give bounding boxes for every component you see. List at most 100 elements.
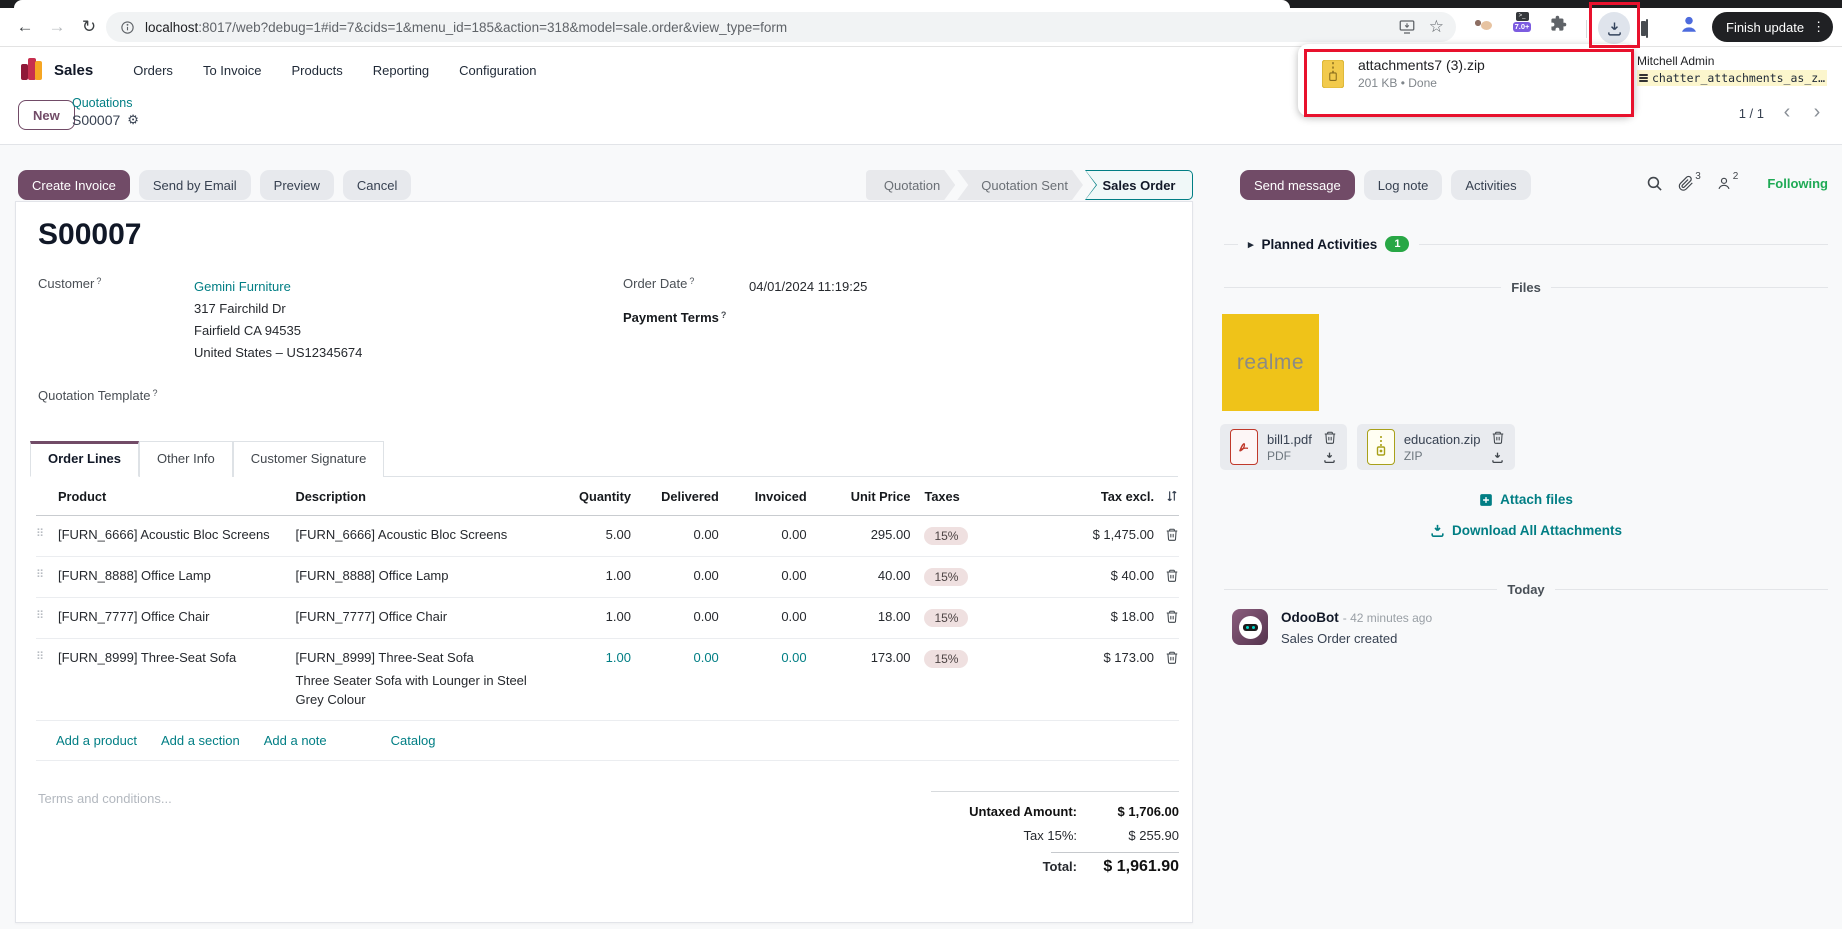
nav-item-configuration[interactable]: Configuration xyxy=(459,63,536,78)
line-description[interactable]: [FURN_8999] Three-Seat SofaThree Seater … xyxy=(296,650,558,709)
order-line-row[interactable]: ⠿[FURN_7777] Office Chair[FURN_7777] Off… xyxy=(36,598,1179,639)
line-quantity[interactable]: 1.00 xyxy=(557,650,631,665)
line-product[interactable]: [FURN_8999] Three-Seat Sofa xyxy=(58,650,296,665)
line-invoiced[interactable]: 0.00 xyxy=(719,527,807,542)
line-taxes[interactable]: 15% xyxy=(910,650,1038,668)
drag-handle-icon[interactable]: ⠿ xyxy=(36,527,58,540)
column-header-unit-price[interactable]: Unit Price xyxy=(807,489,911,504)
customer-link[interactable]: Gemini Furniture xyxy=(194,276,362,298)
line-quantity[interactable]: 5.00 xyxy=(557,527,631,542)
order-line-row[interactable]: ⠿[FURN_8888] Office Lamp[FURN_8888] Offi… xyxy=(36,557,1179,598)
delete-attachment-icon[interactable] xyxy=(1323,430,1337,445)
line-invoiced[interactable]: 0.00 xyxy=(719,568,807,583)
active-tab[interactable] xyxy=(14,0,1290,8)
column-header-delivered[interactable]: Delivered xyxy=(631,489,719,504)
delete-line-button[interactable] xyxy=(1154,568,1179,583)
chatter-message[interactable]: OdooBot- 42 minutes ago Sales Order crea… xyxy=(1232,609,1432,646)
nav-item-orders[interactable]: Orders xyxy=(133,63,173,78)
new-button[interactable]: New xyxy=(18,100,75,130)
tab-order-lines[interactable]: Order Lines xyxy=(30,441,139,477)
line-delivered[interactable]: 0.00 xyxy=(631,568,719,583)
line-product[interactable]: [FURN_8888] Office Lamp xyxy=(58,568,296,583)
status-step-quotation-sent[interactable]: Quotation Sent xyxy=(957,170,1083,200)
column-header-taxes[interactable]: Taxes xyxy=(910,489,1038,504)
downloads-icon[interactable] xyxy=(1598,12,1630,44)
kebab-icon[interactable]: ⋮ xyxy=(1812,19,1825,35)
line-product[interactable]: [FURN_7777] Office Chair xyxy=(58,609,296,624)
line-taxes[interactable]: 15% xyxy=(910,568,1038,586)
line-quantity[interactable]: 1.00 xyxy=(557,609,631,624)
breadcrumb-quotations[interactable]: Quotations xyxy=(72,96,139,110)
app-name[interactable]: Sales xyxy=(54,62,93,79)
info-icon[interactable] xyxy=(120,20,135,35)
line-unit-price[interactable]: 173.00 xyxy=(807,650,911,665)
tab-customer-signature[interactable]: Customer Signature xyxy=(233,441,385,477)
line-description[interactable]: [FURN_7777] Office Chair xyxy=(296,609,558,624)
side-panel-icon[interactable] xyxy=(1646,20,1648,38)
nav-item-reporting[interactable]: Reporting xyxy=(373,63,429,78)
create-invoice-button[interactable]: Create Invoice xyxy=(18,170,130,200)
add-a-section-link[interactable]: Add a section xyxy=(161,733,240,748)
line-unit-price[interactable]: 295.00 xyxy=(807,527,911,542)
attachment-image-realme[interactable]: realme xyxy=(1222,314,1319,411)
line-unit-price[interactable]: 40.00 xyxy=(807,568,911,583)
send-by-email-button[interactable]: Send by Email xyxy=(139,170,251,200)
tab-other-info[interactable]: Other Info xyxy=(139,441,233,477)
reload-icon[interactable]: ↻ xyxy=(76,14,102,40)
line-invoiced[interactable]: 0.00 xyxy=(719,609,807,624)
attachment-card-bill1-pdf[interactable]: bill1.pdfPDF xyxy=(1220,424,1347,470)
nav-item-products[interactable]: Products xyxy=(291,63,342,78)
version-badge-extension-icon[interactable]: >_7.0+ xyxy=(1512,12,1532,33)
line-description[interactable]: [FURN_8888] Office Lamp xyxy=(296,568,558,583)
install-app-icon[interactable] xyxy=(1398,18,1416,36)
cancel-button[interactable]: Cancel xyxy=(343,170,411,200)
column-header-product[interactable]: Product xyxy=(58,489,296,504)
delete-attachment-icon[interactable] xyxy=(1491,430,1505,445)
line-invoiced[interactable]: 0.00 xyxy=(719,650,807,665)
line-quantity[interactable]: 1.00 xyxy=(557,568,631,583)
line-delivered[interactable]: 0.00 xyxy=(631,609,719,624)
download-all-attachments-button[interactable]: Download All Attachments xyxy=(1210,523,1842,538)
address-bar[interactable]: localhost:8017/web?debug=1#id=7&cids=1&m… xyxy=(106,12,1456,42)
order-date-field[interactable]: 04/01/2024 11:19:25 xyxy=(749,276,867,298)
order-line-row[interactable]: ⠿[FURN_6666] Acoustic Bloc Screens[FURN_… xyxy=(36,516,1179,557)
sales-app-icon[interactable] xyxy=(20,58,44,82)
line-description[interactable]: [FURN_6666] Acoustic Bloc Screens xyxy=(296,527,558,542)
planned-activities-section[interactable]: ▸Planned Activities1 xyxy=(1224,236,1828,252)
nav-item-to-invoice[interactable]: To Invoice xyxy=(203,63,262,78)
preview-button[interactable]: Preview xyxy=(260,170,334,200)
line-delivered[interactable]: 0.00 xyxy=(631,650,719,665)
line-product[interactable]: [FURN_6666] Acoustic Bloc Screens xyxy=(58,527,296,542)
expand-arrow-icon[interactable]: ▸ xyxy=(1248,238,1254,251)
catalog-link[interactable]: Catalog xyxy=(391,733,436,748)
status-step-sales-order[interactable]: Sales Order xyxy=(1085,170,1193,200)
pager-next-button[interactable]: › xyxy=(1804,100,1830,126)
download-popup[interactable]: attachments7 (3).zip 201 KB • Done xyxy=(1298,44,1634,116)
add-a-product-link[interactable]: Add a product xyxy=(56,733,137,748)
bookmark-star-icon[interactable]: ☆ xyxy=(1429,17,1444,37)
delete-line-button[interactable] xyxy=(1154,527,1179,542)
drag-handle-icon[interactable]: ⠿ xyxy=(36,650,58,663)
order-line-row[interactable]: ⠿[FURN_8999] Three-Seat Sofa[FURN_8999] … xyxy=(36,639,1179,721)
status-step-quotation[interactable]: Quotation xyxy=(866,170,955,200)
drag-handle-icon[interactable]: ⠿ xyxy=(36,568,58,581)
back-icon[interactable]: ← xyxy=(12,14,38,40)
column-header-description[interactable]: Description xyxy=(296,489,558,504)
add-a-note-link[interactable]: Add a note xyxy=(264,733,327,748)
pager-previous-button[interactable]: ‹ xyxy=(1774,100,1800,126)
column-header-tax-excl[interactable]: Tax excl. xyxy=(1038,489,1154,504)
line-taxes[interactable]: 15% xyxy=(910,609,1038,627)
message-author[interactable]: OdooBot xyxy=(1281,610,1339,625)
user-menu[interactable]: Mitchell Admin chatter_attachments_as_z… xyxy=(1637,54,1827,88)
column-header-quantity[interactable]: Quantity xyxy=(557,489,631,504)
delete-line-button[interactable] xyxy=(1154,650,1179,665)
gear-icon[interactable]: ⚙ xyxy=(127,112,139,128)
attach-files-button[interactable]: Attach files xyxy=(1210,492,1842,507)
attachment-card-education-zip[interactable]: education.zipZIP xyxy=(1357,424,1516,470)
terms-placeholder[interactable]: Terms and conditions... xyxy=(38,791,172,879)
line-unit-price[interactable]: 18.00 xyxy=(807,609,911,624)
download-attachment-icon[interactable] xyxy=(1491,451,1505,464)
line-taxes[interactable]: 15% xyxy=(910,527,1038,545)
column-header-invoiced[interactable]: Invoiced xyxy=(719,489,807,504)
column-settings-icon[interactable] xyxy=(1154,489,1179,503)
